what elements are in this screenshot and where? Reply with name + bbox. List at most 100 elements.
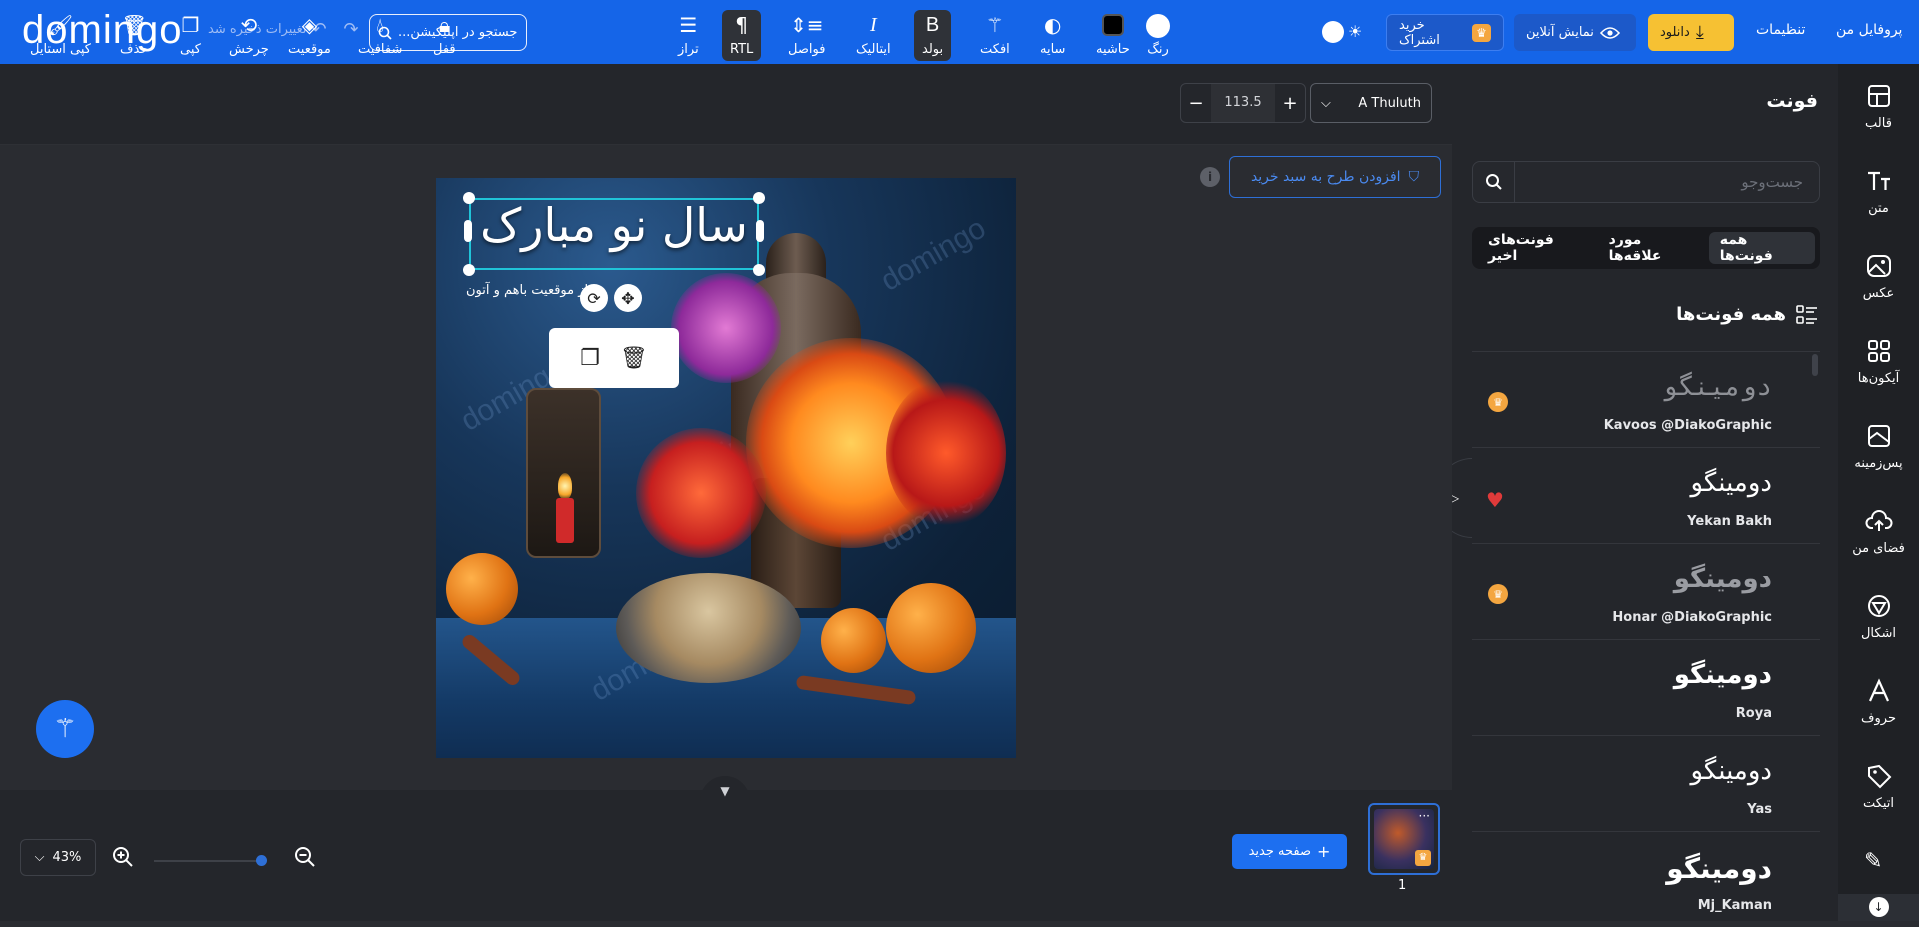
- tool-label: بولد: [922, 42, 944, 57]
- tool-bold[interactable]: B بولد: [914, 10, 952, 61]
- zoom-select[interactable]: ⌵ 43%: [20, 839, 96, 876]
- font-family-value: A Thuluth: [1358, 95, 1421, 111]
- heart-icon[interactable]: ♥: [1486, 488, 1504, 512]
- resize-handle[interactable]: [753, 264, 765, 276]
- pen-icon[interactable]: ✎: [1864, 849, 1882, 874]
- border-swatch-icon: [1101, 14, 1124, 36]
- tool-position[interactable]: ◈ موقعیت: [288, 14, 331, 57]
- font-size-value[interactable]: 113.5: [1211, 84, 1275, 122]
- tool-copy[interactable]: ❐ کپی: [180, 14, 201, 57]
- font-name: Mj_Kaman: [1697, 898, 1772, 913]
- decrease-icon[interactable]: −: [1181, 93, 1211, 114]
- ai-magic-button[interactable]: ⚚: [36, 700, 94, 758]
- text-icon: [1867, 171, 1890, 190]
- move-handle-icon[interactable]: ✥: [614, 284, 642, 312]
- font-preview: دومینگو: [1673, 564, 1772, 594]
- icons-grid-icon: [1867, 339, 1890, 362]
- rail-label: فضای من: [1852, 540, 1905, 556]
- resize-handle[interactable]: [463, 264, 475, 276]
- rail-item-template[interactable]: قالب: [1838, 64, 1919, 148]
- zoom-slider-handle[interactable]: [256, 855, 267, 866]
- rail-item-shapes[interactable]: اشکال: [1838, 574, 1919, 658]
- page-thumbnail[interactable]: ··· ♛: [1368, 803, 1440, 875]
- rail-item-photo[interactable]: عکس: [1838, 234, 1919, 318]
- more-options-icon[interactable]: ···: [1419, 809, 1430, 823]
- tool-rtl[interactable]: ¶ RTL: [722, 10, 762, 61]
- tool-lock[interactable]: 🔒︎ قفل: [433, 14, 456, 57]
- tool-align[interactable]: ☰ تراز: [678, 14, 699, 57]
- duplicate-icon[interactable]: ❐: [580, 346, 600, 371]
- tool-label: RTL: [730, 42, 754, 57]
- font-item[interactable]: دومینگو Yas: [1472, 735, 1820, 831]
- font-item[interactable]: دومینگو Roya: [1472, 639, 1820, 735]
- font-item[interactable]: دومینگو Kavoos @DiakoGraphic ♛: [1472, 351, 1820, 447]
- tool-border[interactable]: حاشیه: [1096, 14, 1130, 57]
- font-item[interactable]: دومینگو Yekan Bakh ♥: [1472, 447, 1820, 543]
- tool-label: رنگ: [1147, 42, 1169, 57]
- tool-label: شفافیت: [358, 42, 403, 57]
- tool-label: فواصل: [788, 42, 826, 57]
- rail-item-background[interactable]: پس‌زمینه: [1838, 404, 1919, 488]
- tool-rotate[interactable]: ⟲ چرخش: [229, 14, 269, 57]
- info-icon[interactable]: i: [1200, 167, 1220, 187]
- rail-item-letters[interactable]: حروف: [1838, 659, 1919, 743]
- selection-box[interactable]: [469, 198, 759, 270]
- theme-toggle[interactable]: ☀: [1322, 21, 1364, 43]
- font-preview: دومینگو: [1666, 852, 1772, 885]
- resize-handle[interactable]: [756, 220, 764, 242]
- resize-handle[interactable]: [463, 192, 475, 204]
- tool-label: افکت: [980, 42, 1010, 57]
- tool-label: تراز: [678, 42, 699, 57]
- new-page-button[interactable]: صفحه جدید +: [1232, 834, 1347, 869]
- rail-item-my-space[interactable]: فضای من: [1838, 489, 1919, 573]
- tab-all-fonts[interactable]: همه فونت‌ها: [1708, 232, 1815, 264]
- font-search-input[interactable]: جست‌وجو: [1472, 161, 1820, 203]
- watermark: domingo: [875, 211, 992, 298]
- subscribe-button[interactable]: خرید اشتراک ♛: [1386, 14, 1504, 51]
- add-to-cart-button[interactable]: افزودن طرح به سبد خرید ⛉: [1229, 156, 1441, 198]
- zoom-slider[interactable]: [154, 860, 264, 862]
- rail-item-icons[interactable]: آیکون‌ها: [1838, 319, 1919, 403]
- rotate-tag-icon: ⟲: [240, 13, 258, 37]
- increase-icon[interactable]: +: [1275, 93, 1305, 114]
- panel-scrollbar[interactable]: [1812, 354, 1818, 376]
- tool-italic[interactable]: I ایتالیک: [856, 14, 891, 57]
- rail-scroll-down[interactable]: ↓: [1838, 894, 1919, 921]
- rail-item-text[interactable]: متن: [1838, 149, 1919, 233]
- settings-link[interactable]: تنظیمات: [1756, 22, 1805, 38]
- tool-delete[interactable]: 🗑︎ حذف: [120, 14, 148, 57]
- tool-opacity[interactable]: 💧︎ شفافیت: [358, 14, 402, 57]
- profile-link[interactable]: پروفایل من: [1836, 22, 1902, 38]
- font-size-stepper[interactable]: − 113.5 +: [1180, 83, 1306, 123]
- rotate-handle-icon[interactable]: ⟳: [580, 284, 608, 312]
- page-number: 1: [1398, 878, 1407, 893]
- font-search-button[interactable]: [1473, 162, 1515, 202]
- tool-color[interactable]: رنگ: [1146, 14, 1170, 57]
- resize-handle[interactable]: [753, 192, 765, 204]
- zoom-out-icon[interactable]: [290, 842, 320, 872]
- zoom-in-icon[interactable]: [108, 842, 138, 872]
- tab-recent-fonts[interactable]: فونت‌های اخیر: [1477, 232, 1598, 264]
- tool-copy-style[interactable]: 🖌︎ کپی استایل: [30, 14, 91, 57]
- artwork-candle: [556, 498, 574, 543]
- new-page-label: صفحه جدید: [1248, 844, 1311, 859]
- font-family-select[interactable]: ⌵ A Thuluth: [1310, 83, 1432, 123]
- tab-favorites[interactable]: مورد علاقه‌ها: [1598, 232, 1709, 264]
- rail-item-sticker[interactable]: اتیکت: [1838, 744, 1919, 828]
- design-subtitle-text[interactable]: از موقعیت باهم و آتون: [466, 283, 588, 298]
- online-preview-button[interactable]: نمایش آنلاین: [1514, 14, 1636, 51]
- tool-spacing[interactable]: ⇕≡ فواصل: [788, 14, 825, 57]
- font-item[interactable]: دومینگو Honar @DiakoGraphic ♛: [1472, 543, 1820, 639]
- font-item[interactable]: دومینگو Mj_Kaman: [1472, 831, 1820, 927]
- trash-icon[interactable]: 🗑︎: [620, 346, 648, 371]
- crown-icon: ♛: [1472, 23, 1491, 42]
- font-search-placeholder: جست‌وجو: [1741, 173, 1803, 191]
- resize-handle[interactable]: [464, 220, 472, 242]
- align-icon: ☰: [679, 13, 698, 37]
- tool-shadow[interactable]: ◐ سایه: [1040, 14, 1065, 57]
- download-button[interactable]: دانلود ⤓: [1648, 14, 1734, 51]
- tool-label: قفل: [433, 42, 456, 57]
- tool-effect[interactable]: ⚚ افکت: [980, 14, 1010, 57]
- design-artboard[interactable]: domingo domingo domingo domingo domingo …: [436, 178, 1016, 758]
- add-to-cart-label: افزودن طرح به سبد خرید: [1250, 169, 1401, 185]
